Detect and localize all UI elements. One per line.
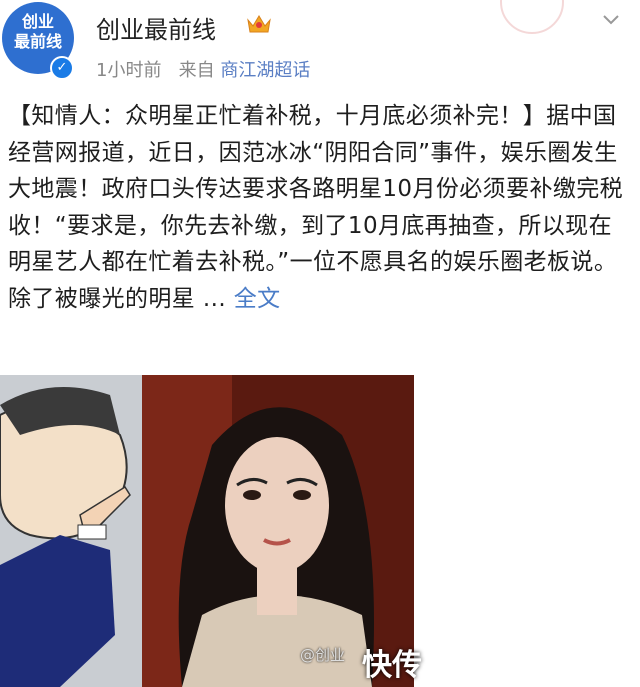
chevron-down-icon[interactable] (600, 8, 622, 30)
from-label: 来自 (178, 60, 215, 81)
post-content: 【知情人：众明星正忙着补税，十月底必须补完！】据中国经营网报道，近日，因范冰冰“… (8, 98, 632, 317)
watermark-large: 快传 (362, 648, 422, 683)
full-text-link[interactable]: 全文 (234, 286, 281, 312)
post-text: 【知情人：众明星正忙着补税，十月底必须补完！】据中国经营网报道，近日，因范冰冰“… (8, 103, 624, 312)
crown-icon (247, 15, 271, 33)
watermark-small: @创业 (300, 646, 346, 664)
post-time: 1小时前 (96, 60, 162, 81)
post-meta: 1小时前 来自 商江湖超话 (96, 56, 310, 82)
post-image-cartoon[interactable] (0, 375, 142, 687)
cartoon-illustration (0, 375, 142, 687)
verified-badge-icon: ✓ (50, 56, 74, 80)
post-header: 创业 最前线 ✓ 创业最前线 1小时前 来自 商江湖超话 (0, 0, 640, 95)
post-source-link[interactable]: 商江湖超话 (220, 60, 310, 81)
author-name[interactable]: 创业最前线 (96, 10, 216, 45)
avatar-logo-text: 创业 最前线 (13, 12, 62, 51)
seal-stamp-decoration (500, 0, 564, 34)
